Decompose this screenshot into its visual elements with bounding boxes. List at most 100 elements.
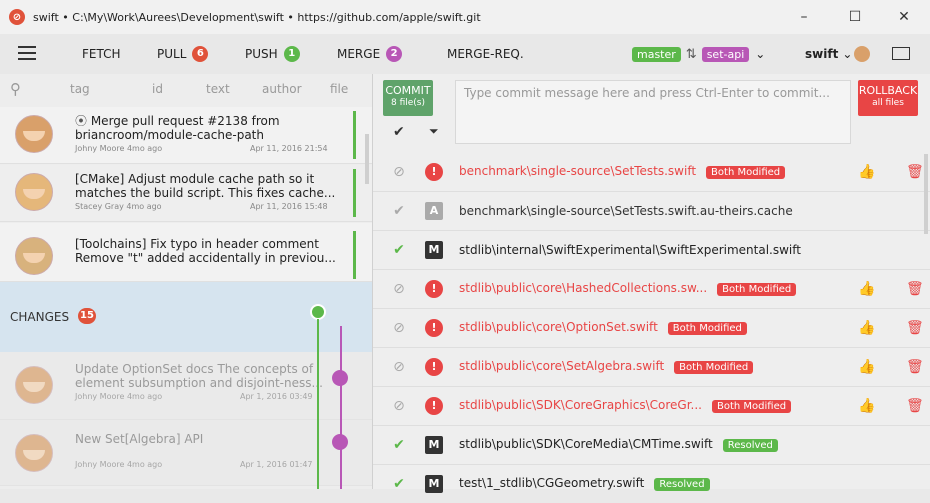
commit-file-count: 8 file(s): [390, 98, 425, 108]
commit-date: Apr 1, 2016 01:47: [240, 460, 313, 469]
graph-lane-line: [317, 319, 319, 489]
close-button[interactable]: ✕: [884, 0, 924, 34]
commit-row[interactable]: [Toolchains] Fix typo in header comment …: [0, 223, 372, 282]
thumbs-up-icon[interactable]: 👍: [858, 398, 875, 414]
thumbs-up-icon[interactable]: 👍: [858, 281, 875, 297]
push-button[interactable]: PUSH 1: [245, 46, 300, 62]
rollback-button-label: ROLLBACK: [858, 84, 918, 97]
commit-author: Stacey Gray 4mo ago: [75, 202, 162, 211]
trash-icon[interactable]: 🗑: [906, 320, 924, 336]
filter-text[interactable]: text: [206, 82, 230, 96]
trash-icon[interactable]: 🗑: [906, 359, 924, 375]
file-path: stdlib\public\core\SetAlgebra.swift: [459, 359, 665, 373]
mail-icon[interactable]: [892, 47, 910, 60]
file-path: test\1_stdlib\CGGeometry.swift: [459, 476, 645, 490]
merge-button[interactable]: MERGE 2: [337, 46, 403, 62]
trash-icon[interactable]: 🗑: [906, 164, 924, 180]
file-path: benchmark\single-source\SetTests.swift.a…: [459, 203, 793, 218]
file-path: stdlib\public\core\HashedCollections.sw.…: [459, 281, 708, 295]
check-all-icon[interactable]: ✔: [393, 124, 405, 140]
app-logo-icon: ⊘: [9, 9, 25, 25]
maximize-button[interactable]: ☐: [835, 0, 875, 34]
filter-bar: ⚲ tag id text author file: [0, 74, 372, 104]
staged-check-icon[interactable]: ✔: [391, 476, 407, 492]
filter-id[interactable]: id: [152, 82, 163, 96]
merge-count-badge: 2: [386, 46, 403, 62]
author-avatar: [15, 173, 53, 211]
pull-button[interactable]: PULL 6: [157, 46, 209, 62]
status-badge: Both Modified: [711, 400, 792, 413]
graph-lane: [353, 111, 356, 159]
unstaged-icon[interactable]: ⊘: [391, 398, 407, 414]
author-avatar: [15, 366, 53, 404]
commit-message: Merge pull request #2138 from briancroom…: [75, 114, 280, 142]
file-row[interactable]: ⊘ ! stdlib\public\core\HashedCollections…: [373, 269, 930, 309]
conflict-icon: !: [425, 279, 443, 298]
modified-file-icon: M: [425, 435, 443, 454]
conflict-icon: !: [425, 396, 443, 415]
fetch-button[interactable]: FETCH: [82, 47, 121, 61]
branch-selector[interactable]: master ⇅ set-api ⌄: [632, 46, 765, 62]
commit-message-input[interactable]: Type commit message here and press Ctrl-…: [455, 80, 851, 144]
push-count-badge: 1: [283, 46, 300, 62]
file-row[interactable]: ✔ M stdlib\internal\SwiftExperimental\Sw…: [373, 230, 930, 270]
history-scrollbar[interactable]: [365, 134, 369, 184]
commit-message: New Set[Algebra] API: [75, 432, 204, 446]
staged-check-icon[interactable]: ✔: [391, 437, 407, 453]
filter-file[interactable]: file: [330, 82, 348, 96]
trash-icon[interactable]: 🗑: [906, 281, 924, 297]
changes-panel: COMMIT 8 file(s) ✔ ⏷ Type commit message…: [372, 74, 930, 493]
file-row[interactable]: ✔ A benchmark\single-source\SetTests.swi…: [373, 191, 930, 231]
dropdown-arrow-icon[interactable]: ⏷: [429, 124, 439, 139]
hamburger-menu-icon[interactable]: [18, 46, 36, 60]
unstaged-icon[interactable]: ⊘: [391, 320, 407, 336]
commit-author: Johny Moore 4mo ago: [75, 144, 163, 153]
merge-arrows-icon: ⇅: [685, 46, 697, 62]
graph-lane-line: [340, 326, 342, 489]
merge-request-button[interactable]: MERGE-REQ.: [447, 47, 524, 61]
staged-check-icon[interactable]: ✔: [391, 203, 407, 219]
unstaged-icon[interactable]: ⊘: [391, 281, 407, 297]
filter-author[interactable]: author: [262, 82, 302, 96]
file-row[interactable]: ⊘ ! stdlib\public\SDK\CoreGraphics\CoreG…: [373, 386, 930, 426]
commit-row[interactable]: [CMake] Adjust module cache path so it m…: [0, 165, 372, 222]
file-path: stdlib\public\SDK\CoreMedia\CMTime.swift: [459, 437, 713, 451]
history-panel: ⚲ tag id text author file ⦿ Merge pull r…: [0, 74, 372, 489]
thumbs-up-icon[interactable]: 👍: [858, 164, 875, 180]
files-scrollbar[interactable]: [924, 154, 928, 234]
minimize-button[interactable]: –: [784, 0, 824, 34]
file-row[interactable]: ⊘ ! stdlib\public\core\OptionSet.swift Bo…: [373, 308, 930, 348]
modified-file-icon: M: [425, 240, 443, 259]
file-row[interactable]: ⊘ ! benchmark\single-source\SetTests.swi…: [373, 152, 930, 192]
file-row[interactable]: ✔ M stdlib\public\SDK\CoreMedia\CMTime.s…: [373, 425, 930, 465]
commit-button[interactable]: COMMIT 8 file(s): [383, 80, 433, 116]
unstaged-icon[interactable]: ⊘: [391, 359, 407, 375]
thumbs-up-icon[interactable]: 👍: [858, 320, 875, 336]
staged-check-icon[interactable]: ✔: [391, 242, 407, 258]
commit-button-label: COMMIT: [385, 84, 431, 97]
file-row[interactable]: ✔ M test\1_stdlib\CGGeometry.swift Resolv…: [373, 464, 930, 503]
commit-author: Johny Moore 4mo ago: [75, 392, 163, 401]
unstaged-icon[interactable]: ⊘: [391, 164, 407, 180]
file-path: stdlib\public\SDK\CoreGraphics\CoreGr...: [459, 398, 702, 412]
repo-selector[interactable]: swift ⌄: [805, 47, 852, 61]
commit-row[interactable]: ⦿ Merge pull request #2138 from briancro…: [0, 107, 372, 164]
rollback-button[interactable]: ROLLBACK all files: [858, 80, 918, 116]
search-icon[interactable]: ⚲: [10, 80, 21, 98]
toolbar: FETCH PULL 6 PUSH 1 MERGE 2 MERGE-REQ. mast…: [0, 34, 930, 74]
graph-lane: [353, 169, 356, 217]
commit-date: Apr 11, 2016 21:54: [250, 144, 328, 153]
commit-message: Update OptionSet docs The concepts of el…: [75, 362, 323, 390]
file-path: benchmark\single-source\SetTests.swift: [459, 164, 697, 178]
push-label: PUSH: [245, 47, 278, 61]
author-avatar: [15, 115, 53, 153]
repo-label: swift: [805, 47, 839, 61]
thumbs-up-icon[interactable]: 👍: [858, 359, 875, 375]
filter-tag[interactable]: tag: [70, 82, 90, 96]
file-row[interactable]: ⊘ ! stdlib\public\core\SetAlgebra.swift B…: [373, 347, 930, 387]
commit-message: [CMake] Adjust module cache path so it m…: [75, 172, 336, 200]
user-avatar-icon[interactable]: [854, 46, 870, 62]
author-avatar: [15, 434, 53, 472]
trash-icon[interactable]: 🗑: [906, 398, 924, 414]
graph-node: [310, 304, 326, 320]
